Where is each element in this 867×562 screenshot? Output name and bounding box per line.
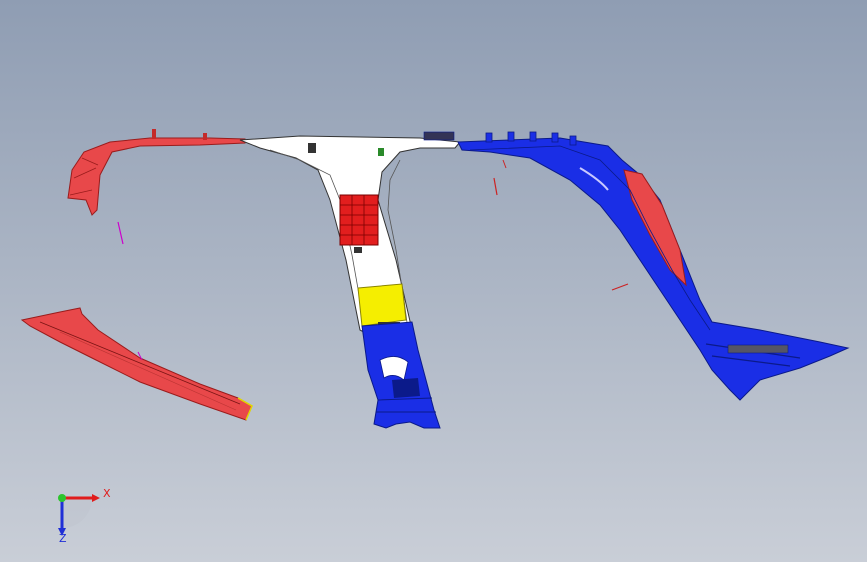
yellow-block-region — [357, 283, 407, 327]
model-canvas[interactable]: X Z — [0, 0, 867, 562]
y-axis-dot — [58, 494, 66, 502]
z-axis-label: Z — [59, 532, 67, 545]
center-t-pillar-part[interactable] — [239, 135, 461, 361]
cad-viewport[interactable]: X Z — [0, 0, 867, 562]
lower-left-red-strip-part[interactable] — [20, 307, 253, 421]
x-axis-label: X — [103, 487, 111, 500]
axis-triad: X Z — [58, 487, 111, 545]
right-blue-pillar-part[interactable] — [423, 131, 850, 401]
red-block-region — [339, 194, 379, 246]
upper-left-red-trim-part[interactable] — [67, 129, 246, 216]
center-pillar-blue-lower-part[interactable] — [361, 321, 441, 429]
